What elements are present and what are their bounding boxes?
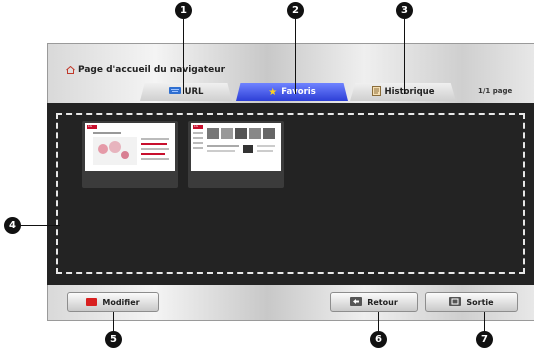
page-preview: LG	[191, 123, 281, 171]
callout-leader	[404, 19, 405, 94]
modifier-button[interactable]: Modifier	[67, 292, 159, 312]
callout-leader	[295, 19, 296, 94]
tab-historique-label: Historique	[384, 87, 435, 97]
callout-4: 4	[4, 217, 21, 234]
tab-url[interactable]: URL	[140, 83, 232, 101]
exit-key-icon	[449, 296, 462, 308]
red-key-icon	[86, 298, 98, 306]
thumbnail-brand: LG	[88, 124, 92, 128]
page-title-text: Page d'accueil du navigateur	[78, 65, 226, 75]
page-title: Page d'accueil du navigateur	[66, 65, 225, 75]
callout-6: 6	[370, 331, 387, 348]
callout-3: 3	[396, 2, 413, 19]
tab-url-label: URL	[184, 87, 204, 97]
callout-5: 5	[105, 331, 122, 348]
callout-leader	[183, 19, 184, 94]
tab-historique[interactable]: Historique	[350, 83, 456, 101]
retour-button[interactable]: Retour	[330, 292, 418, 312]
favorite-thumbnail[interactable]: LG	[82, 121, 178, 188]
home-icon	[66, 65, 75, 74]
callout-1: 1	[175, 2, 192, 19]
callout-leader	[20, 225, 60, 226]
retour-label: Retour	[367, 297, 398, 307]
page-preview: LG	[85, 123, 175, 171]
thumbnail-brand: LG	[194, 124, 198, 128]
back-key-icon	[350, 296, 363, 308]
favorite-thumbnail[interactable]: LG	[188, 121, 284, 188]
modifier-label: Modifier	[102, 297, 140, 307]
sortie-label: Sortie	[466, 297, 494, 307]
sortie-button[interactable]: Sortie	[425, 292, 518, 312]
callout-7: 7	[476, 331, 493, 348]
star-icon: ★	[268, 86, 278, 98]
keyboard-icon	[168, 87, 181, 97]
page-indicator: 1/1 page	[478, 87, 513, 95]
tab-favoris-label: Favoris	[281, 87, 316, 97]
callout-2: 2	[287, 2, 304, 19]
history-icon	[371, 85, 381, 99]
tab-favoris[interactable]: ★ Favoris	[236, 83, 348, 101]
